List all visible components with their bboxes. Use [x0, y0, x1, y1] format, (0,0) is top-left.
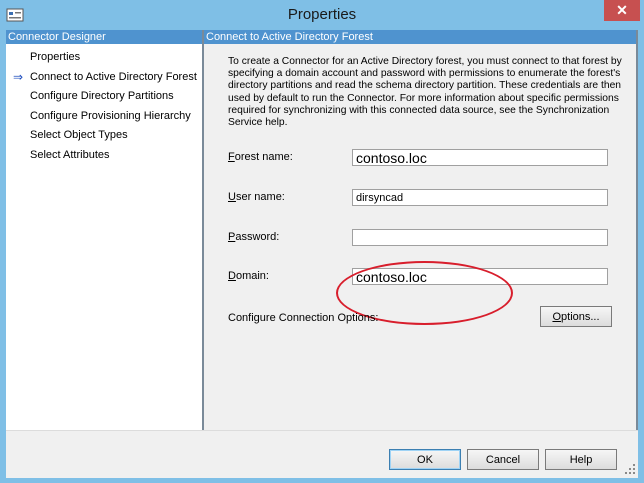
- nav-item-select-attributes[interactable]: Select Attributes: [6, 146, 200, 166]
- button-bar: OK Cancel Help: [6, 430, 638, 478]
- connector-designer-header: Connector Designer: [6, 30, 202, 44]
- options-button[interactable]: Options...: [540, 306, 612, 327]
- cancel-button[interactable]: Cancel: [467, 449, 539, 470]
- forest-name-field[interactable]: [352, 149, 608, 166]
- connector-designer-panel: Connector Designer Properties ⇒ Connect …: [6, 30, 204, 430]
- title-bar[interactable]: Properties ✕: [0, 0, 644, 30]
- connection-options-label: Configure Connection Options:: [228, 312, 379, 324]
- nav-item-label: Select Attributes: [30, 148, 110, 161]
- nav-item-select-object-types[interactable]: Select Object Types: [6, 126, 200, 146]
- nav-item-connect-ad-forest[interactable]: ⇒ Connect to Active Directory Forest: [6, 68, 200, 88]
- user-name-field[interactable]: [352, 189, 608, 206]
- dialog-body: Connector Designer Properties ⇒ Connect …: [6, 30, 638, 478]
- nav-item-label: Connect to Active Directory Forest: [30, 70, 197, 83]
- nav-item-label: Select Object Types: [30, 129, 128, 141]
- nav-item-label: Properties: [30, 51, 81, 63]
- ok-button[interactable]: OK: [389, 449, 461, 470]
- nav-item-configure-directory-partitions[interactable]: Configure Directory Partitions: [6, 87, 200, 107]
- properties-window: Properties ✕ Connector Designer Properti…: [0, 0, 644, 483]
- page-description: To create a Connector for an Active Dire…: [228, 56, 622, 129]
- nav-item-configure-provisioning-hierarchy[interactable]: Configure Provisioning Hierarchy: [6, 107, 200, 127]
- close-button[interactable]: ✕: [604, 0, 640, 21]
- password-label: Password:: [228, 231, 280, 243]
- forest-name-label: Forest name:: [228, 151, 293, 163]
- user-name-label: User name:: [228, 191, 285, 203]
- nav-item-properties[interactable]: Properties: [6, 48, 200, 68]
- connect-forest-page: Connect to Active Directory Forest To cr…: [204, 30, 638, 430]
- nav-item-label: Configure Directory Partitions: [30, 90, 174, 102]
- nav-list: Properties ⇒ Connect to Active Directory…: [6, 48, 200, 165]
- close-icon: ✕: [616, 2, 628, 18]
- password-field[interactable]: [352, 229, 608, 246]
- page-header: Connect to Active Directory Forest: [204, 30, 636, 44]
- arrow-right-icon: ⇒: [13, 69, 24, 84]
- resize-grip-icon[interactable]: [624, 463, 636, 475]
- window-title: Properties: [287, 6, 357, 23]
- help-button[interactable]: Help: [545, 449, 617, 470]
- nav-item-label: Configure Provisioning Hierarchy: [30, 109, 191, 122]
- domain-label: Domain:: [228, 270, 269, 282]
